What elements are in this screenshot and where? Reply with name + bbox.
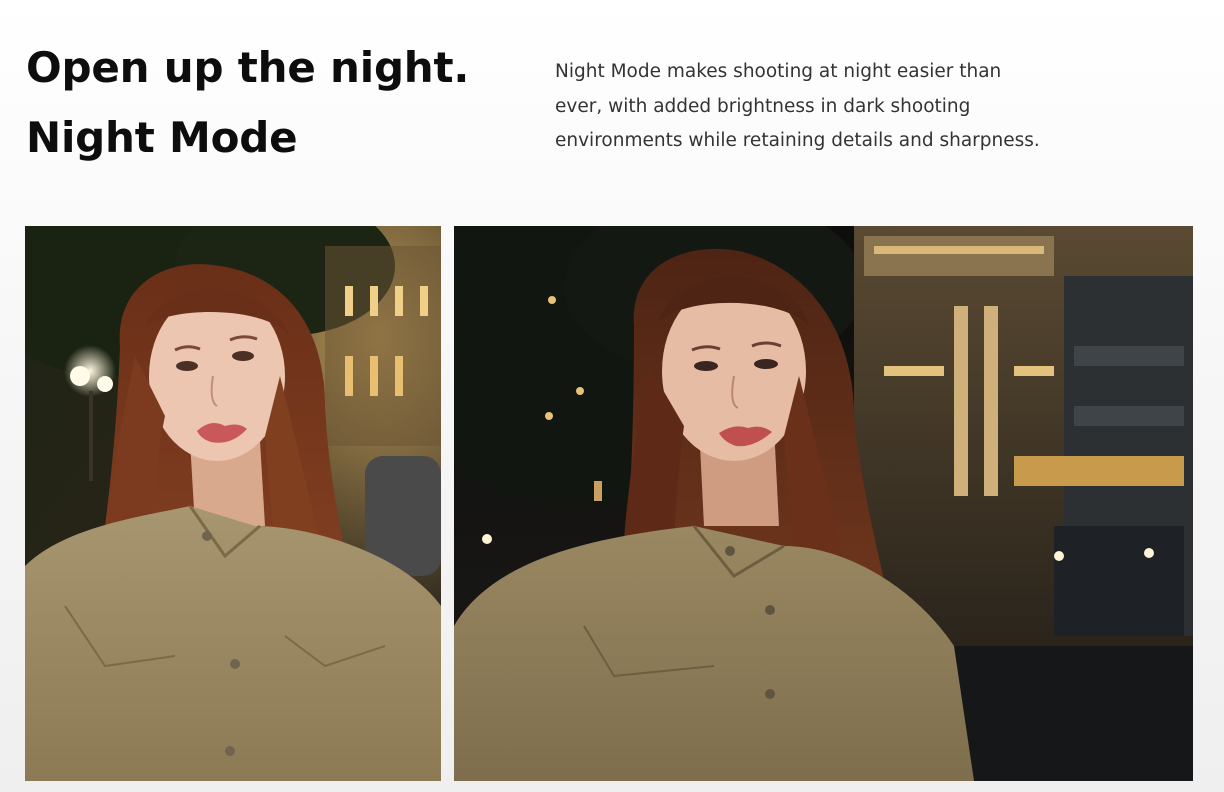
- portrait-image-right: [454, 226, 1193, 781]
- description-line-3: environments while retaining details and…: [555, 130, 1040, 151]
- headline: Open up the night. Night Mode: [26, 33, 526, 173]
- headline-line-2: Night Mode: [26, 113, 298, 162]
- portrait-image-left: [25, 226, 441, 781]
- night-portrait-photo-left: [25, 226, 441, 781]
- description-line-1: Night Mode makes shooting at night easie…: [555, 61, 1002, 82]
- feature-description: Night Mode makes shooting at night easie…: [555, 55, 1055, 159]
- night-portrait-photo-right: [454, 226, 1193, 781]
- headline-line-1: Open up the night.: [26, 43, 470, 92]
- description-line-2: ever, with added brightness in dark shoo…: [555, 95, 971, 117]
